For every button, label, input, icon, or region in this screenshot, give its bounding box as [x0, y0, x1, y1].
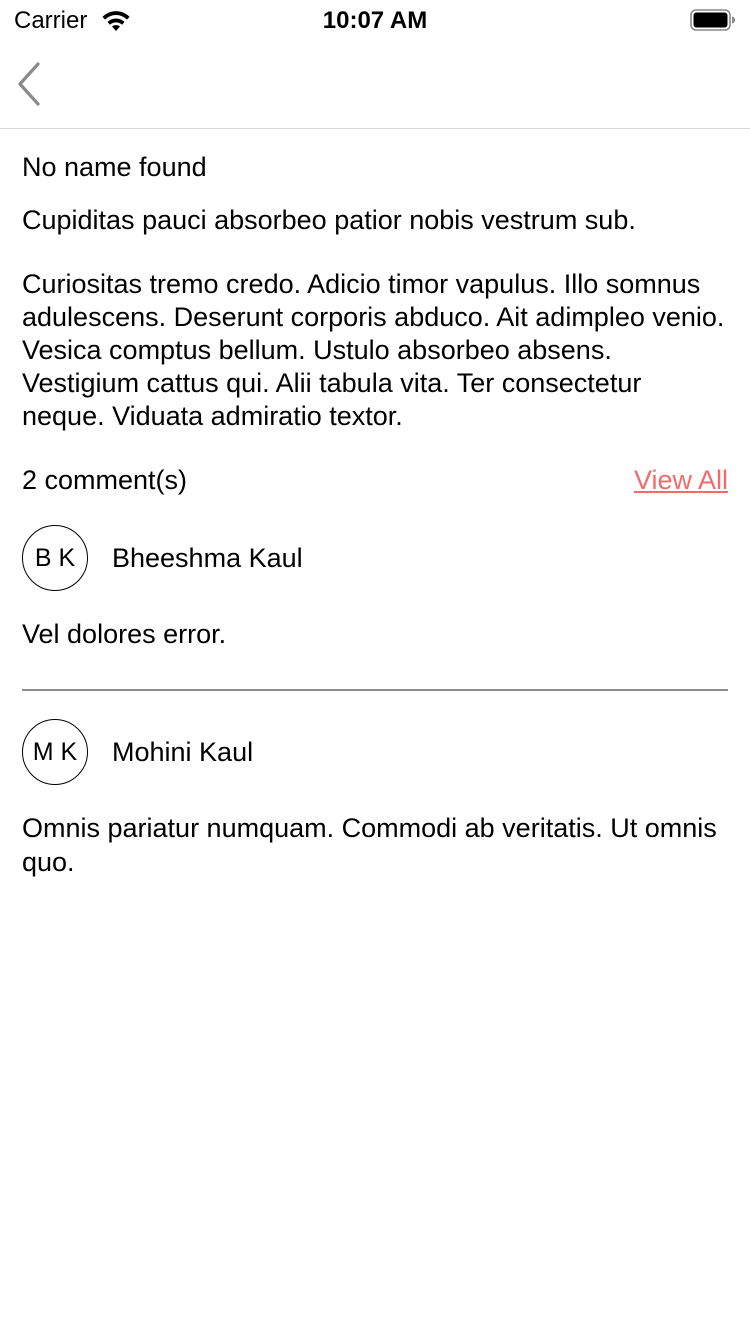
- battery-icon: [690, 9, 735, 31]
- post-detail-screen: Carrier 10:07 AM No name found Cupiditas…: [0, 0, 750, 1334]
- post-body: Curiositas tremo credo. Adicio timor vap…: [22, 269, 725, 431]
- post-author: No name found: [22, 152, 207, 182]
- comment-item: M K Mohini Kaul Omnis pariatur numquam. …: [22, 719, 728, 879]
- back-button[interactable]: [10, 56, 54, 112]
- comments-count: 2 comment(s): [22, 465, 188, 495]
- post-title: Cupiditas pauci absorbeo patior nobis ve…: [22, 205, 636, 235]
- comment-author: Bheeshma Kaul: [112, 543, 303, 573]
- avatar: M K: [22, 719, 88, 785]
- post-content: No name found Cupiditas pauci absorbeo p…: [22, 129, 728, 879]
- avatar: B K: [22, 525, 88, 591]
- comment-header: M K Mohini Kaul: [22, 719, 728, 789]
- status-bar: Carrier 10:07 AM: [0, 0, 750, 40]
- comment-item: B K Bheeshma Kaul Vel dolores error.: [22, 525, 728, 691]
- comment-header: B K Bheeshma Kaul: [22, 525, 728, 595]
- comment-text: Vel dolores error.: [22, 619, 227, 649]
- clock: 10:07 AM: [322, 7, 428, 34]
- comment-text: Omnis pariatur numquam. Commodi ab verit…: [22, 813, 717, 877]
- comment-author: Mohini Kaul: [112, 737, 254, 767]
- navigation-bar: [0, 40, 750, 129]
- comment-divider: [22, 689, 728, 691]
- chevron-left-icon: [18, 62, 40, 106]
- view-all-link[interactable]: View All: [634, 463, 728, 497]
- comments-header: 2 comment(s) View All: [22, 463, 728, 497]
